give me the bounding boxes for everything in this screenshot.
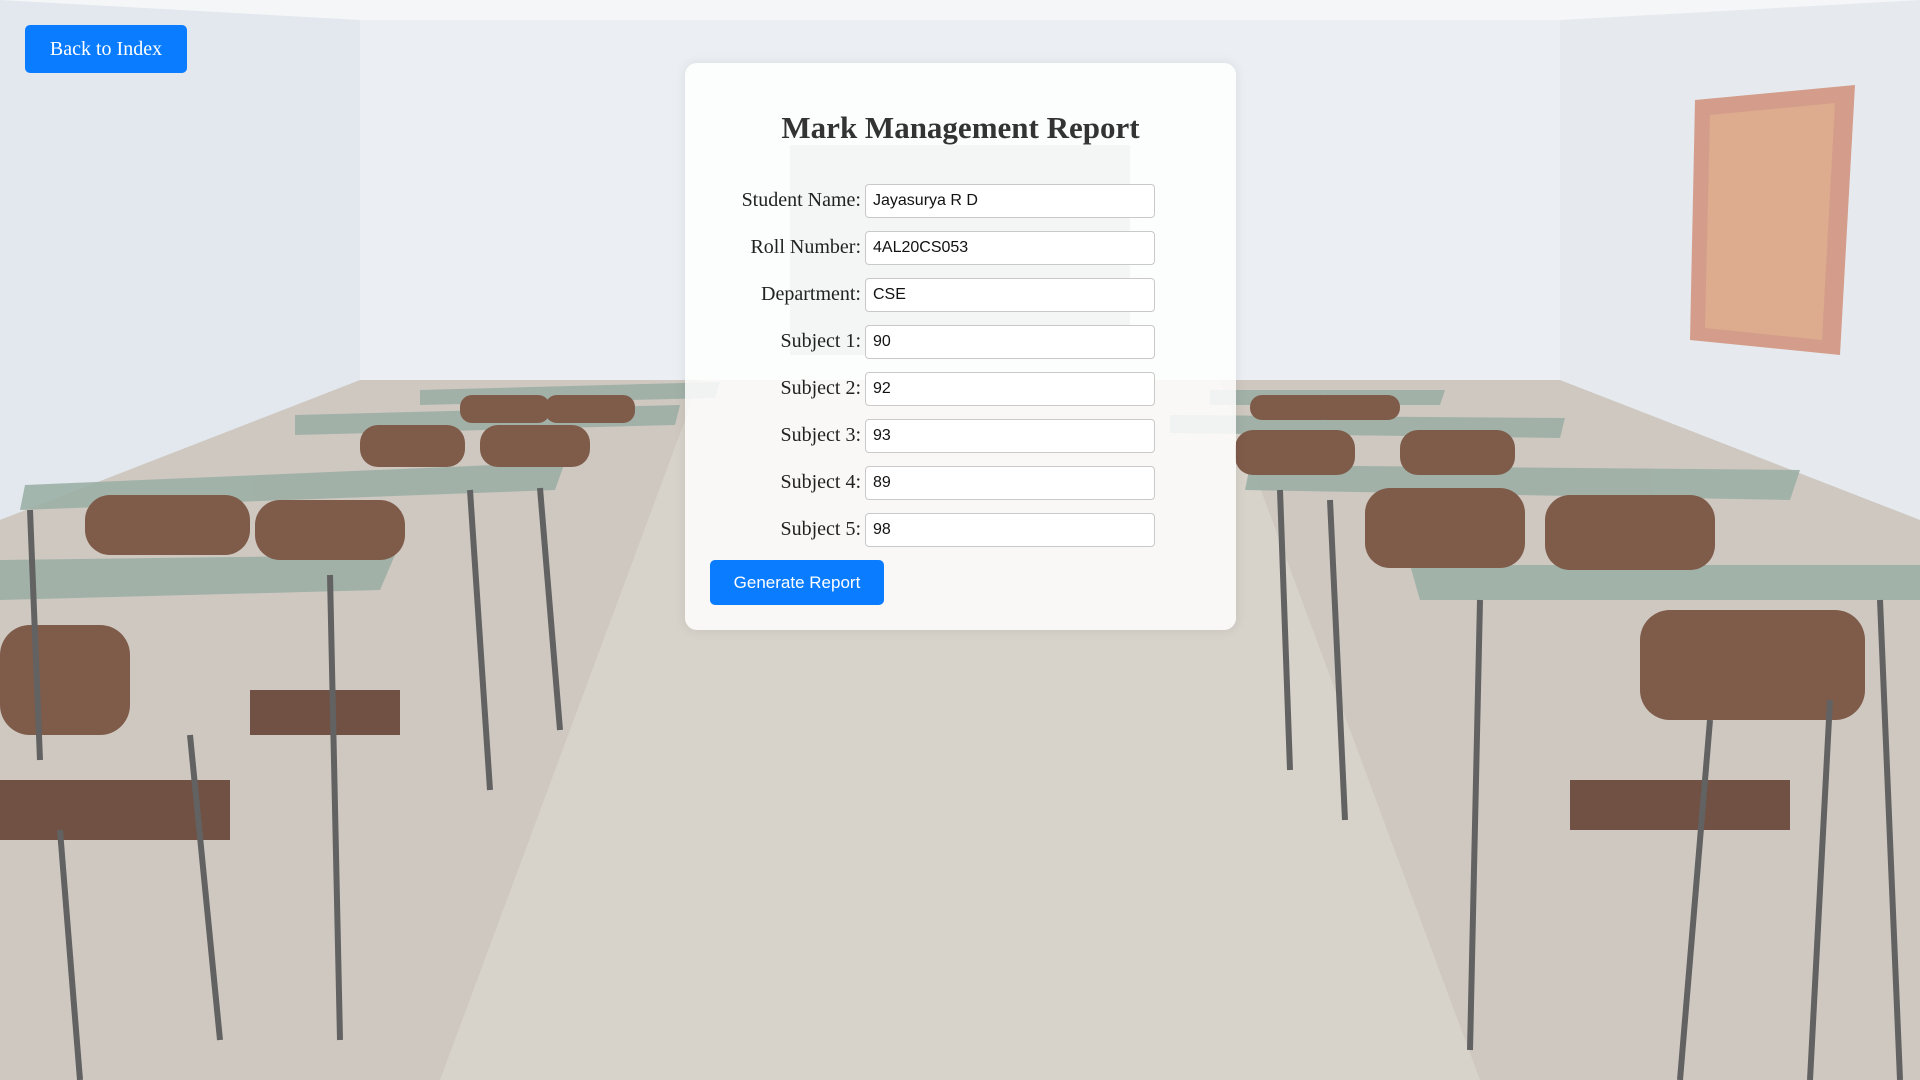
subject-5-input[interactable] xyxy=(865,513,1155,547)
back-to-index-button[interactable]: Back to Index xyxy=(25,25,187,73)
student-name-input[interactable] xyxy=(865,184,1155,218)
subject-2-row: Subject 2: xyxy=(685,372,1236,406)
student-name-label: Student Name: xyxy=(741,189,861,211)
subject-2-input[interactable] xyxy=(865,372,1155,406)
report-form-card: Mark Management Report Student Name: Rol… xyxy=(685,63,1236,630)
generate-report-button[interactable]: Generate Report xyxy=(710,560,884,605)
subject-3-input[interactable] xyxy=(865,419,1155,453)
subject-4-input[interactable] xyxy=(865,466,1155,500)
subject-1-row: Subject 1: xyxy=(685,325,1236,359)
roll-number-row: Roll Number: xyxy=(685,231,1236,265)
subject-4-label: Subject 4: xyxy=(780,471,861,493)
page-title: Mark Management Report xyxy=(781,110,1140,145)
subject-5-row: Subject 5: xyxy=(685,513,1236,547)
subject-2-label: Subject 2: xyxy=(780,377,861,399)
subject-4-row: Subject 4: xyxy=(685,466,1236,500)
subject-3-row: Subject 3: xyxy=(685,419,1236,453)
subject-3-label: Subject 3: xyxy=(780,424,861,446)
student-name-row: Student Name: xyxy=(685,184,1236,218)
subject-1-label: Subject 1: xyxy=(780,330,861,352)
department-row: Department: xyxy=(685,278,1236,312)
roll-number-label: Roll Number: xyxy=(750,236,861,258)
subject-1-input[interactable] xyxy=(865,325,1155,359)
department-label: Department: xyxy=(761,283,861,305)
roll-number-input[interactable] xyxy=(865,231,1155,265)
subject-5-label: Subject 5: xyxy=(780,518,861,540)
department-input[interactable] xyxy=(865,278,1155,312)
